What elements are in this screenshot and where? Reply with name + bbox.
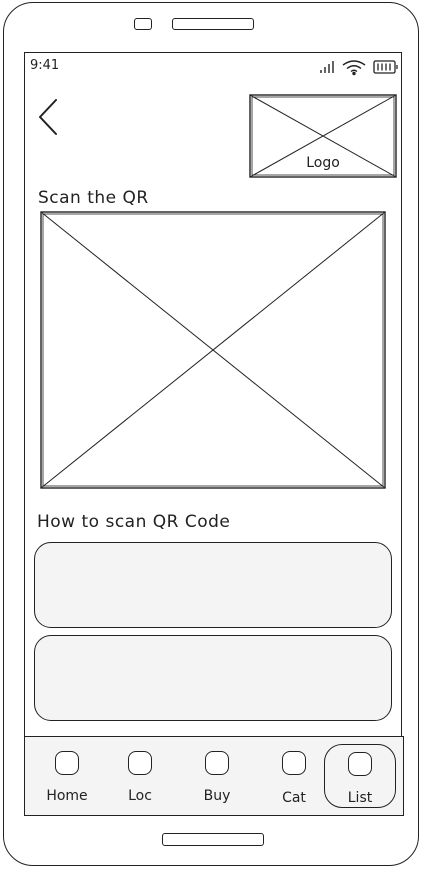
qr-scanner-placeholder[interactable] xyxy=(40,211,386,489)
back-button[interactable] xyxy=(34,96,64,138)
chevron-left-icon xyxy=(39,99,57,135)
tab-cat[interactable]: Cat xyxy=(258,737,330,815)
battery-icon xyxy=(373,60,398,74)
tab-list-label: List xyxy=(347,790,373,806)
tab-home-label: Home xyxy=(46,788,88,804)
bottom-tab-bar: Home Loc Buy Cat List xyxy=(24,736,404,816)
list-icon xyxy=(348,752,372,776)
buy-icon xyxy=(205,751,229,775)
wifi-icon xyxy=(342,60,366,76)
howto-title: How to scan QR Code xyxy=(37,512,231,532)
howto-step-card-1[interactable] xyxy=(34,542,392,628)
tab-loc[interactable]: Loc xyxy=(104,737,176,815)
home-button[interactable] xyxy=(162,833,264,846)
status-icons xyxy=(320,60,398,76)
howto-step-card-2[interactable] xyxy=(34,635,392,721)
tab-buy[interactable]: Buy xyxy=(181,737,253,815)
tab-home[interactable]: Home xyxy=(31,737,103,815)
logo-label: Logo xyxy=(306,155,340,171)
tab-cat-label: Cat xyxy=(282,790,306,806)
front-camera xyxy=(134,18,152,30)
home-icon xyxy=(55,751,79,775)
location-icon xyxy=(128,751,152,775)
earpiece-speaker xyxy=(172,18,254,30)
status-time: 9:41 xyxy=(30,58,60,73)
tab-loc-label: Loc xyxy=(128,788,152,804)
tab-buy-label: Buy xyxy=(203,788,231,804)
signal-icon xyxy=(320,61,334,73)
scan-title: Scan the QR xyxy=(38,188,149,208)
tab-list[interactable]: List xyxy=(324,744,396,808)
category-icon xyxy=(282,751,306,775)
